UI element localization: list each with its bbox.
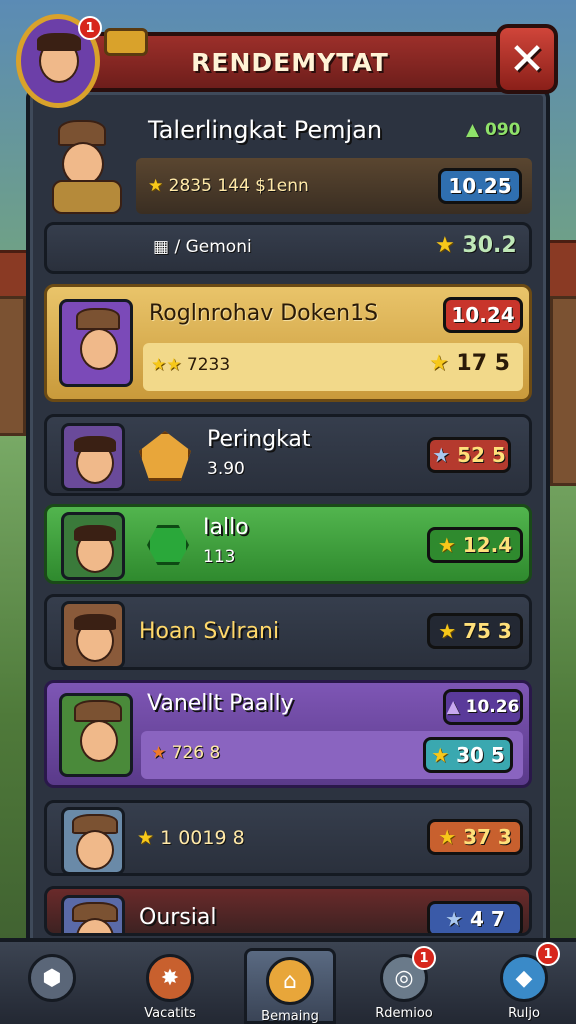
star-icon: ★ — [429, 351, 449, 376]
adventurer-avatar — [44, 120, 136, 216]
gem-value: ★ 30.2 — [435, 233, 517, 258]
nav-rdemioo[interactable]: ◎ Rdemioo — [356, 948, 452, 1024]
value-pill: ★ 75 3 — [427, 613, 523, 649]
player-stat: ★★ 7233 — [151, 355, 231, 375]
gem-row[interactable]: ▦ / Gemoni ★ 30.2 — [44, 222, 532, 274]
star-icon: ★ — [148, 176, 164, 196]
notification-badge: 1 — [536, 942, 560, 966]
house-icon: ⌂ — [266, 957, 314, 1005]
player-avatar — [59, 693, 133, 777]
leaderboard-row[interactable]: Vanellt Paally ▲ 10.26 ★ 726 8 ★ 30 5 — [44, 680, 532, 788]
player-avatar — [61, 512, 125, 580]
star-icon: ★ — [438, 825, 457, 849]
settings-gear-icon[interactable] — [104, 28, 148, 56]
player-avatar — [61, 601, 125, 669]
player-name: Peringkat — [207, 427, 311, 452]
value-pill: ★ 30 5 — [423, 737, 513, 773]
featured-gain: ▲ 090 — [466, 120, 521, 140]
player-stat: ★ 1 0019 8 — [137, 827, 245, 849]
close-button[interactable]: ✕ — [496, 24, 558, 94]
star-icon: ★ — [432, 443, 451, 467]
player-stat: 113 — [203, 547, 236, 567]
featured-player-name: Talerlingkat Pemjan — [148, 116, 383, 144]
player-name: Iallo — [203, 515, 249, 540]
player-name: Roglnrohav Doken1S — [149, 301, 379, 326]
player-avatar — [61, 895, 125, 933]
close-icon: ✕ — [508, 33, 546, 85]
row-value: ★ 17 5 — [429, 351, 510, 376]
flame-icon: ✸ — [146, 954, 194, 1002]
featured-score-pill: 10.25 — [438, 168, 522, 204]
home-icon: ⬢ — [28, 954, 76, 1002]
star-icon: ★ — [438, 619, 457, 643]
gem-label: ▦ / Gemoni — [153, 237, 252, 257]
up-arrow-icon: ▲ — [446, 697, 460, 717]
player-name: Hoan Svlrani — [139, 619, 280, 644]
nav-vacatits[interactable]: ✸ Vacatits — [122, 948, 218, 1024]
star-icon: ★ — [431, 743, 450, 767]
player-avatar — [61, 807, 125, 875]
value-pill: ★ 37 3 — [427, 819, 523, 855]
nav-bemaing[interactable]: ⌂ Bemaing — [244, 948, 336, 1024]
value-pill: ★ 4 7 — [427, 901, 523, 933]
leaderboard-row[interactable]: Oursial ★ 4 7 — [44, 886, 532, 936]
leaderboard-row[interactable]: Iallo 113 ★ 12.4 — [44, 504, 532, 584]
star-icon: ★ — [137, 827, 155, 849]
gold-crystal-icon — [139, 431, 191, 481]
featured-stats: ★ 2835 144 $1enn — [148, 176, 309, 196]
player-avatar — [59, 299, 133, 387]
star-icon: ★ — [151, 743, 167, 763]
star-icon: ★ — [437, 533, 456, 557]
gem-stack-icon: ▦ — [153, 237, 170, 257]
player-name: Vanellt Paally — [147, 691, 294, 716]
score-pill: ▲ 10.26 — [443, 689, 523, 725]
player-stat: ★ 726 8 — [151, 743, 221, 763]
star-icon: ★★ — [151, 355, 182, 375]
star-icon: ★ — [435, 233, 455, 258]
value-pill: ★ 52 5 — [427, 437, 511, 473]
page-title: RENDEMYTAT — [191, 47, 389, 77]
notification-badge: 1 — [78, 16, 102, 40]
player-avatar — [61, 423, 125, 491]
score-pill: 10.24 — [443, 297, 523, 333]
leaderboard-row[interactable]: Peringkat 3.90 ★ 52 5 — [44, 414, 532, 496]
nav-home[interactable]: ⬢ — [4, 948, 100, 1024]
green-gem-icon — [147, 525, 189, 565]
value-pill: ★ 12.4 — [427, 527, 523, 563]
player-stat: 3.90 — [207, 459, 245, 479]
star-icon: ★ — [445, 907, 464, 931]
player-name: Oursial — [139, 905, 217, 930]
leaderboard-row[interactable]: Roglnrohav Doken1S 10.24 ★★ 7233 ★ 17 5 — [44, 284, 532, 402]
leaderboard-row[interactable]: Hoan Svlrani ★ 75 3 — [44, 594, 532, 670]
notification-badge: 1 — [412, 946, 436, 970]
leaderboard-row[interactable]: ★ 1 0019 8 ★ 37 3 — [44, 800, 532, 876]
up-arrow-icon: ▲ — [466, 120, 485, 140]
